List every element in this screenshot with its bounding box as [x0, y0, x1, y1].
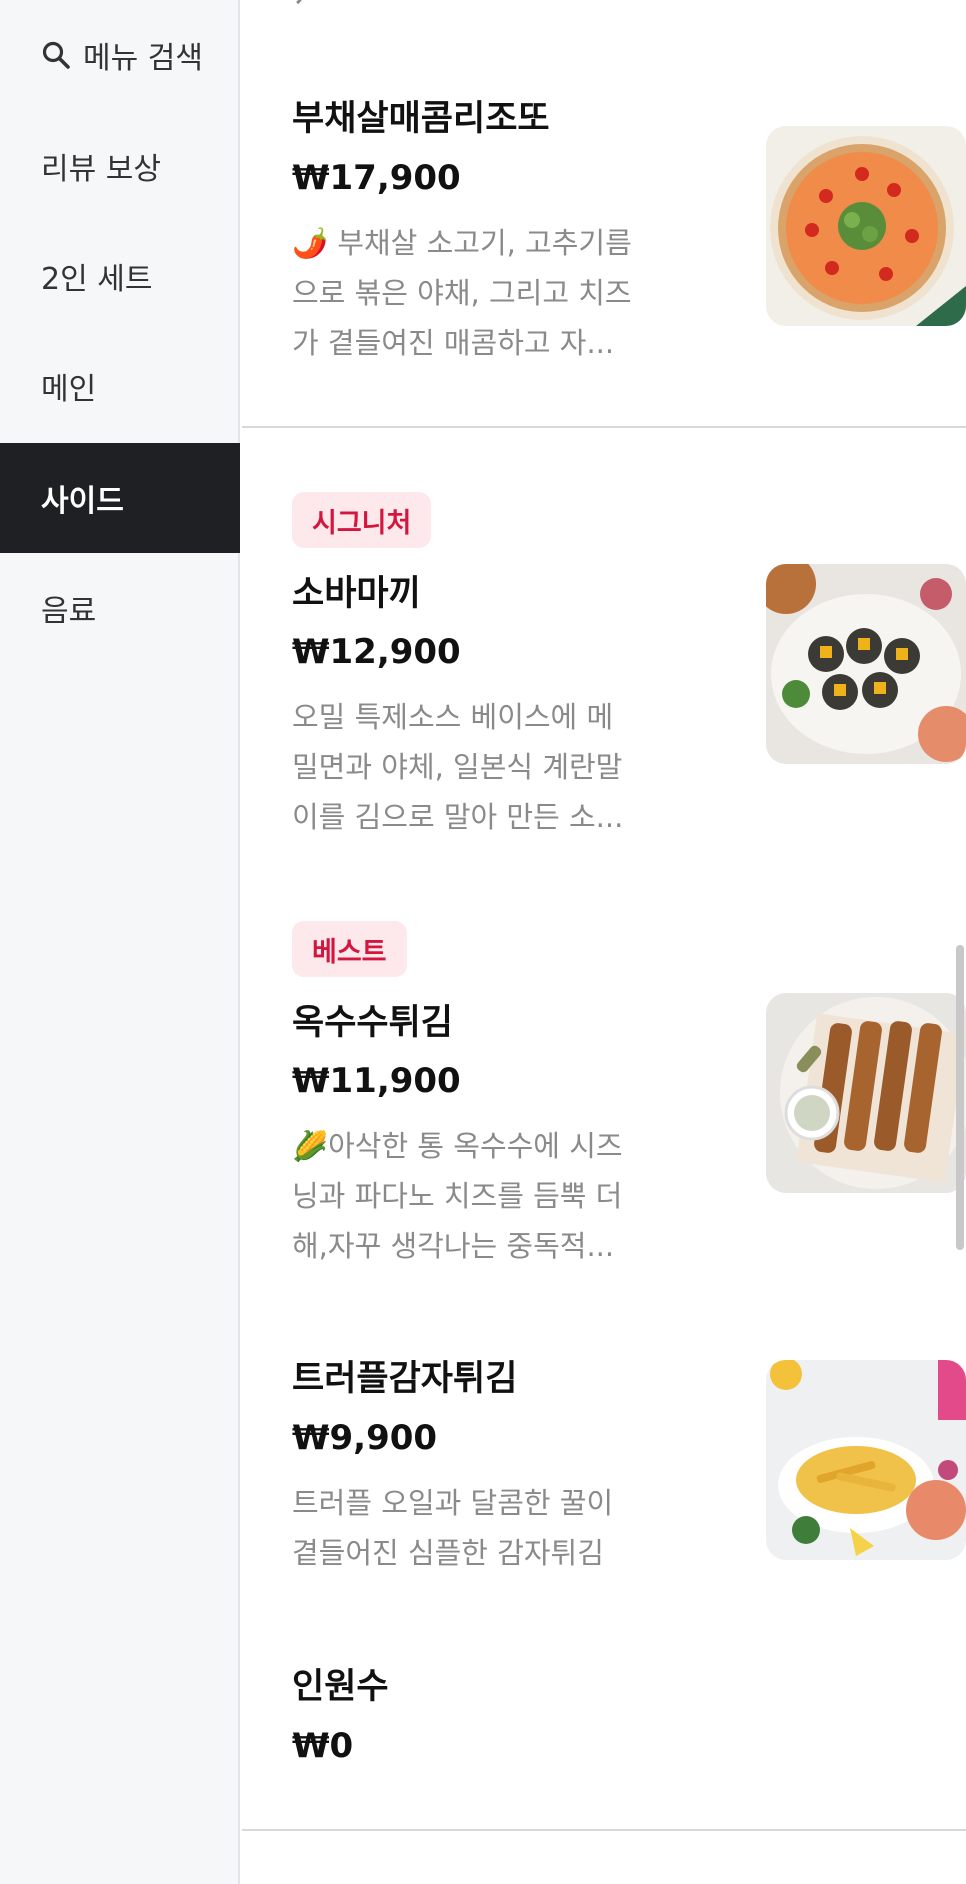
sidebar-item-two-person-set[interactable]: 2인 세트 — [0, 221, 240, 331]
soba-maki-photo-icon — [766, 564, 966, 764]
menu-item-description: 🌽아삭한 통 옥수수에 시즈 닝과 파다노 치즈를 듬뿍 더 해,자꾸 생각나는… — [292, 1121, 662, 1271]
search-icon — [41, 40, 71, 70]
menu-list: 부채살매콤리조또 ₩17,900 🌶️ 부채살 소고기, 고추기름 으로 볶은 … — [242, 0, 966, 1884]
vertical-scrollbar[interactable] — [956, 945, 964, 1250]
menu-item-card[interactable]: 인원수 ₩0 — [292, 1658, 926, 1778]
category-sidebar: 메뉴 검색 리뷰 보상 2인 세트 메인 사이드 음료 — [0, 0, 240, 1884]
description-line: 곁들어진 심플한 감자튀김 — [292, 1536, 604, 1570]
description-line: 오밀 특제소스 베이스에 메 — [292, 700, 614, 734]
menu-item-description: 🌶️ 부채살 소고기, 고추기름 으로 볶은 야채, 그리고 치즈 가 곁들여진… — [292, 218, 662, 368]
menu-item-description: 트러플 오일과 달콤한 꿀이 곁들어진 심플한 감자튀김 — [292, 1478, 662, 1578]
cut-off-text-fragment — [296, 0, 302, 4]
section-divider — [242, 1829, 966, 1831]
corn-fries-photo-icon — [766, 993, 966, 1193]
sidebar-item-label: 메인 — [41, 372, 97, 407]
section-divider — [242, 426, 966, 428]
menu-item-card[interactable]: 베스트 옥수수튀김 ₩11,900 🌽아삭한 통 옥수수에 시즈 닝과 파다노 … — [292, 921, 966, 1263]
menu-item-name: 부채살매콤리조또 — [292, 99, 550, 139]
sidebar-item-label: 리뷰 보상 — [41, 152, 161, 187]
description-line: 으로 볶은 야채, 그리고 치즈 — [292, 276, 632, 310]
description-line: 트러플 오일과 달콤한 꿀이 — [292, 1486, 614, 1520]
description-line: 밀면과 야체, 일본식 계란말 — [292, 750, 623, 784]
sidebar-item-label: 2인 세트 — [41, 262, 153, 297]
sidebar-item-main[interactable]: 메인 — [0, 331, 240, 441]
sidebar-item-label: 음료 — [41, 594, 97, 629]
menu-item-price: ₩12,900 — [292, 632, 461, 672]
sidebar-item-drinks[interactable]: 음료 — [0, 553, 240, 663]
description-line: 🌶️ 부채살 소고기, 고추기름 — [292, 226, 632, 260]
description-line: 가 곁들여진 매콤하고 자... — [292, 326, 615, 360]
menu-item-name: 인원수 — [292, 1667, 389, 1707]
description-line: 닝과 파다노 치즈를 듬뿍 더 — [292, 1179, 623, 1213]
description-line: 🌽아삭한 통 옥수수에 시즈 — [292, 1129, 623, 1163]
best-badge: 베스트 — [292, 921, 407, 977]
sidebar-item-review-reward[interactable]: 리뷰 보상 — [0, 111, 240, 221]
menu-item-name: 소바마끼 — [292, 574, 421, 614]
menu-item-name: 트러플감자튀김 — [292, 1359, 518, 1399]
menu-search-label: 메뉴 검색 — [83, 41, 203, 76]
description-line: 이를 김으로 말아 만든 소... — [292, 800, 624, 834]
sidebar-item-side[interactable]: 사이드 — [0, 443, 240, 553]
menu-item-name: 옥수수튀김 — [292, 1003, 454, 1043]
menu-item-description: 오밀 특제소스 베이스에 메 밀면과 야체, 일본식 계란말 이를 김으로 말아… — [292, 692, 662, 842]
sidebar-item-label: 사이드 — [41, 484, 124, 519]
signature-badge: 시그니처 — [292, 492, 432, 548]
menu-item-card[interactable]: 부채살매콤리조또 ₩17,900 🌶️ 부채살 소고기, 고추기름 으로 볶은 … — [292, 90, 966, 360]
menu-item-price: ₩17,900 — [292, 158, 461, 198]
risotto-photo-icon — [766, 126, 966, 326]
menu-search-button[interactable]: 메뉴 검색 — [0, 0, 240, 110]
menu-item-price: ₩11,900 — [292, 1061, 461, 1101]
menu-item-price: ₩9,900 — [292, 1418, 438, 1458]
app-root: 메뉴 검색 리뷰 보상 2인 세트 메인 사이드 음료 부채살매콤리조또 ₩17… — [0, 0, 966, 1884]
menu-item-card[interactable]: 시그니처 소바마끼 ₩12,900 오밀 특제소스 베이스에 메 밀면과 야체,… — [292, 492, 966, 834]
menu-item-price: ₩0 — [292, 1726, 354, 1766]
description-line: 해,자꾸 생각나는 중독적... — [292, 1229, 615, 1263]
menu-item-card[interactable]: 트러플감자튀김 ₩9,900 트러플 오일과 달콤한 꿀이 곁들어진 심플한 감… — [292, 1350, 966, 1590]
truffle-fries-photo-icon — [766, 1360, 966, 1560]
